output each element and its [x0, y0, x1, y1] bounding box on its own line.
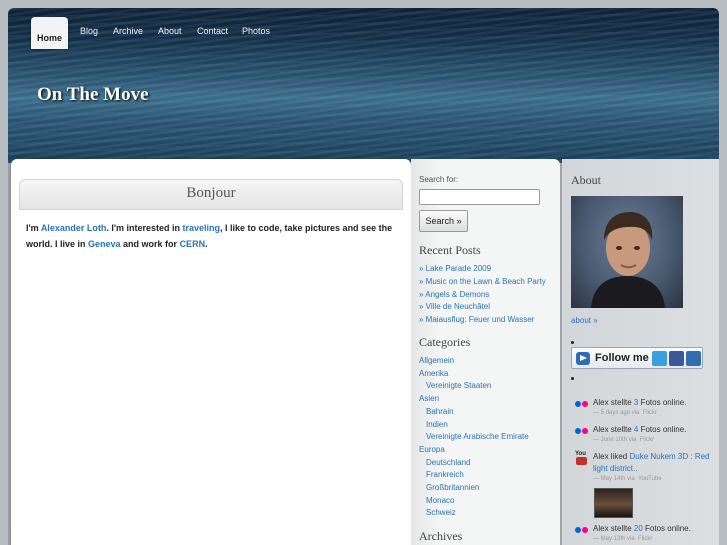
activity-source[interactable]: Flickr: [638, 536, 652, 542]
activity-source[interactable]: YouTube: [638, 476, 662, 482]
sidebar-primary: Search for: Search » Recent Posts » Lake…: [411, 159, 560, 545]
category-link[interactable]: Deutschland: [419, 457, 559, 470]
search-input[interactable]: [419, 189, 540, 205]
activity-item: Alex stellte 20 Fotos online. — May 13th…: [593, 523, 719, 544]
activity-item: Alex stellte 3 Fotos online. — 5 days ag…: [593, 397, 719, 418]
archives-heading: Archives: [419, 529, 463, 543]
twitter-icon[interactable]: [652, 351, 667, 366]
traveling-link[interactable]: traveling: [183, 223, 221, 233]
post-text: . I'm interested in: [106, 223, 183, 233]
recent-post-link[interactable]: » Angels & Demons: [419, 289, 559, 302]
activity-item: Alex stellte 4 Fotos online. — June 10th…: [593, 424, 719, 445]
nav-about[interactable]: About: [158, 26, 182, 36]
flickr-icon: [575, 428, 589, 434]
main-nav: Home Blog Archive About Contact Photos: [8, 8, 719, 49]
post-title-bar: Bonjour: [19, 179, 403, 210]
activity-meta: — 5 days ago via Flickr: [593, 410, 658, 416]
city-link[interactable]: Geneva: [88, 239, 121, 249]
category-link[interactable]: Allgemein: [419, 355, 559, 368]
category-link[interactable]: Asien: [419, 393, 559, 406]
video-thumbnail[interactable]: [594, 488, 633, 518]
activity-text: Alex stellte 20 Fotos online.: [593, 524, 691, 533]
category-link[interactable]: Indien: [419, 419, 559, 432]
recent-posts-heading: Recent Posts: [419, 243, 481, 257]
category-link[interactable]: Europa: [419, 444, 559, 457]
activity-meta: — May 14th via YouTube: [593, 476, 662, 482]
nav-blog[interactable]: Blog: [80, 26, 98, 36]
avatar-portrait-icon: [591, 212, 665, 308]
search-label: Search for:: [419, 175, 459, 184]
activity-link[interactable]: 20: [634, 524, 643, 533]
author-link[interactable]: Alexander Loth: [41, 223, 107, 233]
flickr-icon: [575, 401, 589, 407]
employer-link[interactable]: CERN: [180, 239, 206, 249]
category-link[interactable]: Vereinigte Arabische Emirate: [419, 431, 559, 444]
list-bullet: [571, 341, 574, 344]
activity-source[interactable]: Flickr: [640, 437, 654, 443]
page-frame: Home Blog Archive About Contact Photos O…: [8, 8, 719, 545]
about-link[interactable]: about »: [571, 316, 598, 325]
nav-photos[interactable]: Photos: [242, 26, 270, 36]
category-link[interactable]: Bahrain: [419, 406, 559, 419]
list-bullet: [571, 377, 574, 380]
avatar[interactable]: [571, 196, 683, 308]
recent-post-link[interactable]: » Lake Parade 2009: [419, 263, 559, 276]
youtube-icon: You: [575, 451, 588, 466]
site-header: Home Blog Archive About Contact Photos O…: [8, 8, 719, 163]
category-link[interactable]: Monaco: [419, 495, 559, 508]
activity-text: Alex stellte 4 Fotos online.: [593, 425, 687, 434]
nav-home[interactable]: Home: [31, 17, 68, 49]
categories-heading: Categories: [419, 335, 471, 349]
site-title[interactable]: On The Move: [37, 84, 149, 106]
activity-source[interactable]: Flickr: [643, 410, 657, 416]
activity-meta: — June 10th via Flickr: [593, 437, 655, 443]
category-link[interactable]: Schweiz: [419, 507, 559, 520]
flickr-icon: [575, 527, 589, 533]
post-body: I'm Alexander Loth. I'm interested in tr…: [26, 220, 400, 252]
post-text: I'm: [26, 223, 41, 233]
activity-meta: — May 13th via Flickr: [593, 536, 653, 542]
about-heading: About: [571, 173, 601, 187]
follow-label: Follow me: [595, 352, 649, 364]
activity-text: Alex liked Duke Nukem 3D : Red light dis…: [593, 452, 710, 473]
nav-archive[interactable]: Archive: [113, 26, 143, 36]
category-link[interactable]: Großbritannien: [419, 482, 559, 495]
category-link[interactable]: Amerika: [419, 368, 559, 381]
recent-posts-list: » Lake Parade 2009 » Music on the Lawn &…: [419, 263, 559, 327]
play-icon: [576, 352, 590, 365]
social-icon[interactable]: [686, 351, 701, 366]
follow-me-button[interactable]: Follow me: [571, 347, 703, 369]
main-content: Bonjour I'm Alexander Loth. I'm interest…: [11, 159, 411, 545]
recent-post-link[interactable]: » Ville de Neuchâtel: [419, 301, 559, 314]
activity-text: Alex stellte 3 Fotos online.: [593, 398, 687, 407]
post-text: .: [205, 239, 208, 249]
category-link[interactable]: Vereinigte Staaten: [419, 380, 559, 393]
nav-contact[interactable]: Contact: [197, 26, 228, 36]
sidebar-secondary: About about » Follow me Alex stellte 3 F…: [562, 159, 719, 545]
recent-post-link[interactable]: » Maiausflug: Feuer und Wasser: [419, 314, 559, 327]
recent-post-link[interactable]: » Music on the Lawn & Beach Party: [419, 276, 559, 289]
activity-item: Alex liked Duke Nukem 3D : Red light dis…: [593, 451, 715, 484]
category-link[interactable]: Frankreich: [419, 469, 559, 482]
categories-list: Allgemein Amerika Vereinigte Staaten Asi…: [419, 355, 559, 520]
post-text: and work for: [120, 239, 180, 249]
post-title[interactable]: Bonjour: [20, 185, 402, 202]
facebook-icon[interactable]: [669, 351, 684, 366]
search-button[interactable]: Search »: [419, 210, 468, 232]
